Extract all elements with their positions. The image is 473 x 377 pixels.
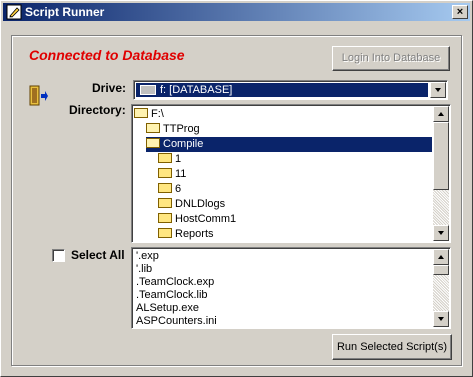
- arrow-down-icon: [438, 317, 444, 321]
- directory-item-label: HostComm1: [175, 213, 237, 225]
- directory-item[interactable]: 6: [158, 182, 181, 197]
- file-list[interactable]: '.exp '.lib .TeamClock.exp .TeamClock.lib AL…: [131, 247, 451, 329]
- file-list-item[interactable]: '.lib: [136, 263, 152, 276]
- directory-item-label: TTProg: [163, 123, 200, 135]
- folder-open-icon: [146, 138, 160, 149]
- close-icon: ×: [456, 6, 464, 18]
- pencil-icon: [6, 4, 22, 20]
- folder-open-icon: [134, 108, 148, 119]
- select-all-checkbox[interactable]: [52, 249, 65, 262]
- file-list-item[interactable]: '.exp: [136, 250, 159, 263]
- directory-list[interactable]: F:\ TTProg Compile 1 11 6 DNLDlogs HostComm1 Rep…: [131, 104, 451, 243]
- directory-item-label: 11: [175, 168, 187, 180]
- file-list-item[interactable]: ASPCounters.ini: [136, 315, 217, 328]
- directory-item-label: Compile: [163, 138, 204, 150]
- close-button[interactable]: ×: [452, 5, 468, 19]
- scroll-thumb[interactable]: [433, 265, 449, 275]
- directory-item-label: 1: [175, 153, 182, 165]
- script-runner-window: Script Runner × Connected to Database Lo…: [0, 0, 473, 377]
- directory-item-label: DNLDlogs: [175, 198, 226, 210]
- folder-icon: [158, 198, 172, 209]
- scroll-thumb[interactable]: [433, 122, 449, 190]
- file-list-item[interactable]: ALSetup.exe: [136, 302, 199, 315]
- drive-label: Drive:: [92, 81, 127, 95]
- scroll-down-button[interactable]: [433, 225, 449, 241]
- directory-item[interactable]: TTProg: [146, 122, 200, 137]
- folder-open-icon: [146, 123, 160, 134]
- directory-item[interactable]: 11: [158, 167, 186, 182]
- window-title: Script Runner: [25, 5, 105, 19]
- directory-item-label: F:\: [151, 108, 164, 120]
- arrow-up-icon: [438, 112, 444, 116]
- title-bar[interactable]: Script Runner ×: [3, 3, 470, 21]
- select-all-label[interactable]: Select All: [71, 248, 125, 262]
- folder-icon: [158, 228, 172, 239]
- directory-item[interactable]: Reports: [158, 227, 214, 242]
- folder-icon: [158, 168, 172, 179]
- directory-item[interactable]: 1: [158, 152, 181, 167]
- directory-item-label: Reports: [175, 228, 214, 240]
- directory-item-label: 6: [175, 183, 182, 195]
- drive-value: f: [DATABASE]: [160, 84, 233, 96]
- drive-value-row: f: [DATABASE]: [136, 83, 428, 97]
- folder-icon: [158, 213, 172, 224]
- login-button[interactable]: Login Into Database: [332, 46, 450, 71]
- folder-icon: [158, 153, 172, 164]
- directory-item[interactable]: F:\: [134, 107, 164, 122]
- file-scrollbar[interactable]: [433, 249, 449, 327]
- file-list-item[interactable]: .TeamClock.lib: [136, 289, 208, 302]
- drive-icon: [140, 85, 156, 96]
- directory-item[interactable]: DNLDlogs: [158, 197, 225, 212]
- scroll-up-button[interactable]: [433, 106, 449, 122]
- drive-dropdown-button[interactable]: [430, 82, 446, 98]
- connection-status: Connected to Database: [29, 47, 185, 63]
- drive-select[interactable]: f: [DATABASE]: [133, 80, 448, 100]
- run-selected-scripts-button[interactable]: Run Selected Script(s): [332, 334, 452, 360]
- scroll-up-button[interactable]: [433, 249, 449, 265]
- scroll-down-button[interactable]: [433, 311, 449, 327]
- exit-door-icon[interactable]: [29, 85, 49, 107]
- arrow-down-icon: [438, 231, 444, 235]
- file-list-item[interactable]: .TeamClock.exp: [136, 276, 214, 289]
- arrow-up-icon: [438, 255, 444, 259]
- chevron-down-icon: [435, 88, 441, 92]
- directory-scrollbar[interactable]: [433, 106, 449, 241]
- directory-label: Directory:: [69, 103, 126, 117]
- directory-item[interactable]: HostComm1: [158, 212, 236, 227]
- folder-icon: [158, 183, 172, 194]
- directory-item[interactable]: Compile: [146, 137, 432, 152]
